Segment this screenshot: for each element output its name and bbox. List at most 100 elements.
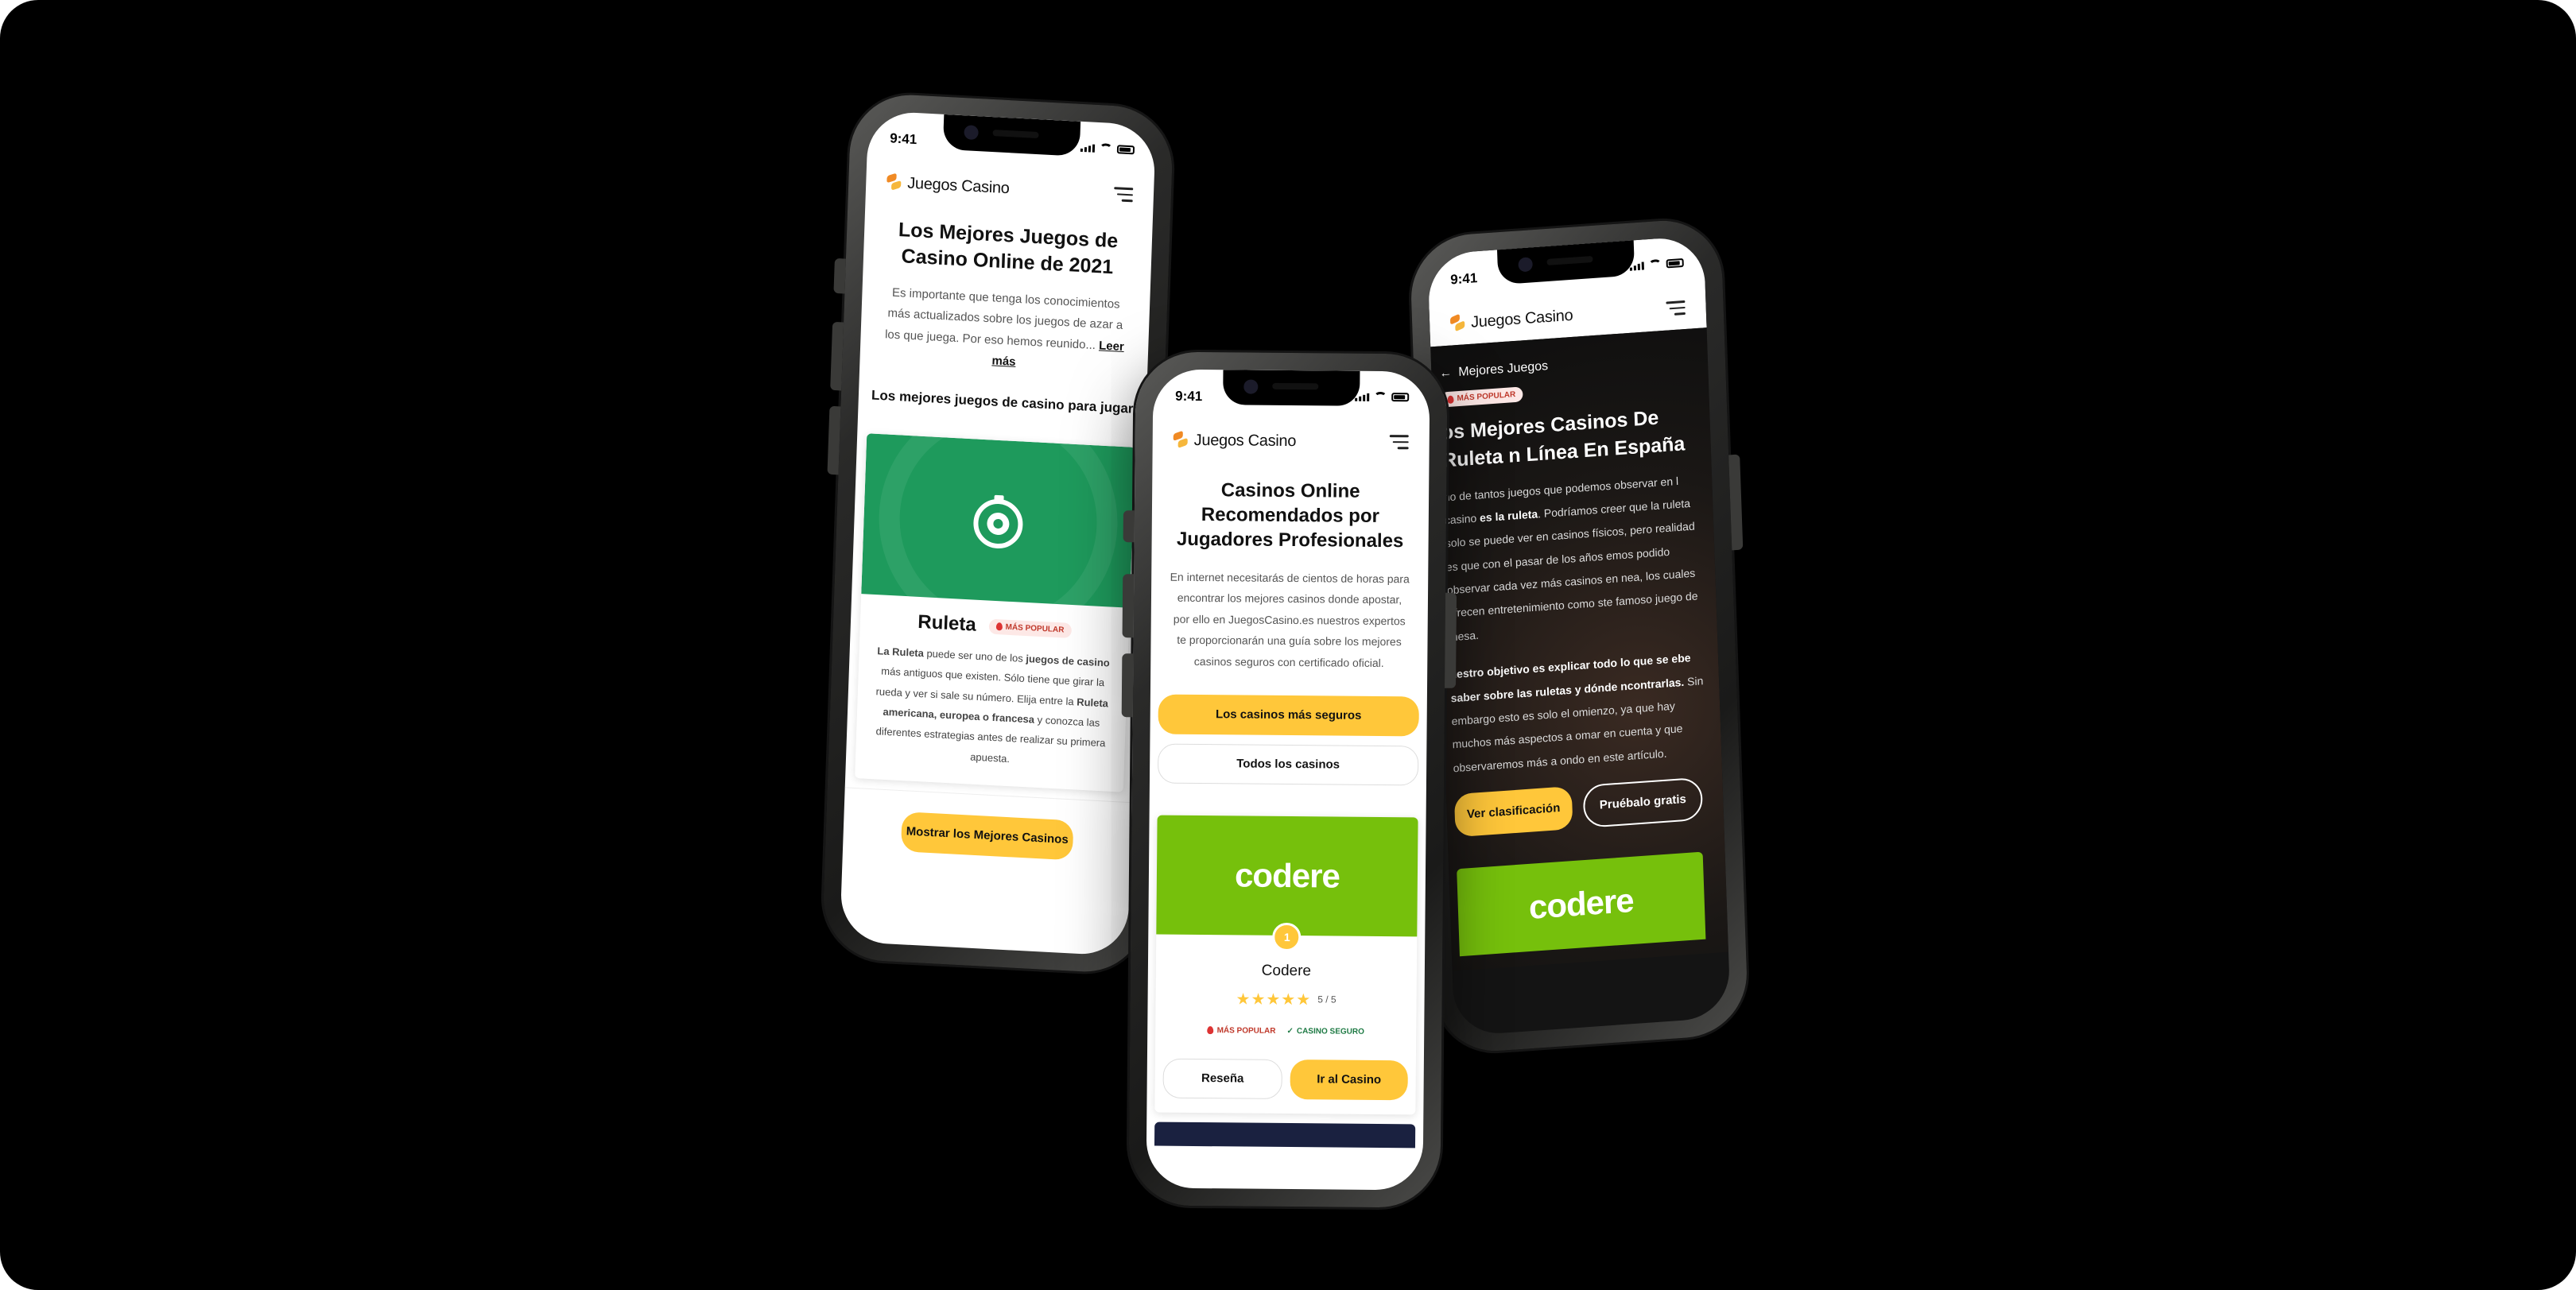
game-card-ruleta[interactable]: Ruleta MÁS POPULAR La Ruleta puede ser u… (855, 433, 1135, 792)
popular-badge-label: MÁS POPULAR (1005, 622, 1065, 635)
juegos-casino-logo-icon (886, 172, 903, 192)
p1-strong: es la ruleta (1479, 507, 1538, 525)
screen-right: 9:41 Juegos Casino ← Mejores Juegos MÁS … (1427, 235, 1731, 1036)
intro-text: Es importante que tenga los conocimiento… (859, 281, 1150, 380)
status-time: 9:41 (1449, 270, 1478, 288)
volume-down-button (1121, 653, 1134, 718)
power-button (1445, 592, 1457, 688)
status-icons (1629, 258, 1684, 271)
screen-left: 9:41 Juegos Casino Los Mejores Juegos de… (839, 110, 1157, 957)
notch (942, 114, 1081, 157)
review-button[interactable]: Reseña (1162, 1058, 1282, 1099)
signal-icon (1080, 144, 1096, 153)
back-link-label: Mejores Juegos (1458, 359, 1549, 379)
juegos-casino-logo-icon (1449, 313, 1467, 333)
menu-icon[interactable] (1114, 187, 1134, 203)
all-casinos-button[interactable]: Todos los casinos (1157, 743, 1419, 785)
game-card-image (861, 433, 1135, 608)
notch (1223, 370, 1360, 406)
phone-right: 9:41 Juegos Casino ← Mejores Juegos MÁS … (1403, 216, 1749, 1056)
casino-card-codere[interactable]: codere 1 Codere ★★★★★ 5 / 5 MÁS POPULAR … (1154, 815, 1418, 1114)
menu-icon[interactable] (1389, 435, 1409, 450)
game-name: Ruleta (917, 610, 977, 636)
codere-logo-text: codere (1234, 855, 1340, 895)
page-title: Los Mejores Juegos de Casino Online de 2… (898, 219, 1119, 278)
desc-text-4: más antiguos que existen. Sólo tiene que… (875, 664, 1105, 708)
battery-icon (1116, 145, 1135, 155)
speaker-icon (1272, 382, 1319, 390)
wifi-icon (1648, 258, 1662, 270)
popular-badge: MÁS POPULAR (1207, 1025, 1276, 1036)
intro-paragraph: En internet necesitarás de cientos de ho… (1170, 570, 1410, 669)
codere-logo[interactable]: codere (1457, 851, 1706, 957)
volume-up-button (1122, 574, 1135, 638)
volume-up-button (830, 321, 844, 391)
check-icon: ✓ (1286, 1026, 1294, 1036)
flame-icon (995, 622, 1003, 631)
brand-name: Juegos Casino (906, 174, 1010, 197)
view-ranking-button[interactable]: Ver clasificación (1453, 786, 1573, 838)
try-free-button[interactable]: Pruébalo gratis (1582, 777, 1704, 829)
camera-icon (1243, 379, 1259, 394)
app-header: Juegos Casino (1152, 418, 1429, 463)
codere-logo: codere 1 (1156, 815, 1418, 951)
popular-badge: MÁS POPULAR (1440, 386, 1523, 408)
wifi-icon (1099, 143, 1113, 153)
background-canvas: 9:41 Juegos Casino Los Mejores Juegos de… (0, 0, 2576, 1290)
brand-logo[interactable]: Juegos Casino (1449, 306, 1573, 334)
arrow-left-icon: ← (1439, 366, 1453, 381)
flame-icon (1207, 1026, 1214, 1035)
safe-casino-label: CASINO SEGURO (1296, 1026, 1364, 1036)
speaker-icon (1546, 255, 1593, 265)
roulette-icon (968, 490, 1027, 551)
status-icons (1080, 142, 1135, 155)
menu-icon[interactable] (1666, 300, 1686, 316)
hero-paragraph-2: uestro objetivo es explicar todo lo que … (1449, 645, 1709, 780)
hero-section: ← Mejores Juegos MÁS POPULAR os Mejores … (1430, 327, 1728, 971)
juegos-casino-logo-icon (1173, 430, 1189, 450)
screen-middle: 9:41 Juegos Casino Casinos Online Recome… (1146, 369, 1430, 1191)
phone-middle: 9:41 Juegos Casino Casinos Online Recome… (1121, 351, 1457, 1208)
popular-badge-label: MÁS POPULAR (1216, 1025, 1276, 1036)
popular-badge: MÁS POPULAR (988, 618, 1072, 638)
flame-icon (1447, 394, 1454, 404)
wifi-icon (1374, 391, 1387, 402)
battery-icon (1666, 258, 1684, 269)
brand-name: Juegos Casino (1470, 306, 1573, 331)
status-icons (1355, 391, 1410, 402)
phone-left: 9:41 Juegos Casino Los Mejores Juegos de… (821, 91, 1177, 975)
game-description: La Ruleta puede ser uno de los juegos de… (855, 630, 1128, 775)
brand-logo[interactable]: Juegos Casino (886, 172, 1010, 198)
safest-casinos-button[interactable]: Los casinos más seguros (1158, 694, 1419, 736)
star-rating-icon: ★★★★★ (1236, 990, 1312, 1009)
casino-name: Codere (1261, 962, 1312, 979)
desc-text-2: puede ser uno de los (923, 647, 1026, 665)
popular-badge-label: MÁS POPULAR (1457, 390, 1516, 404)
volume-down-button (827, 405, 841, 475)
speaker-icon (992, 130, 1039, 139)
mute-switch (1123, 510, 1135, 543)
desc-strong-3: juegos de casino (1026, 653, 1110, 669)
hero-title: os Mejores Casinos De Ruleta n Línea En … (1441, 406, 1686, 472)
go-to-casino-button[interactable]: Ir al Casino (1290, 1059, 1408, 1100)
desc-strong-1: La Ruleta (877, 645, 925, 660)
brand-name: Juegos Casino (1193, 431, 1297, 450)
status-time: 9:41 (889, 130, 918, 148)
safe-casino-badge: ✓ CASINO SEGURO (1286, 1027, 1364, 1036)
rating-value: 5 / 5 (1317, 994, 1336, 1005)
rank-badge: 1 (1272, 922, 1302, 951)
camera-icon (1518, 257, 1533, 273)
page-title: Casinos Online Recomendados por Jugadore… (1176, 479, 1404, 552)
brand-logo[interactable]: Juegos Casino (1173, 430, 1297, 451)
signal-icon (1355, 393, 1370, 401)
camera-icon (964, 125, 979, 141)
show-best-casinos-button[interactable]: Mostrar los Mejores Casinos (900, 812, 1074, 861)
intro-paragraph: Es importante que tenga los conocimiento… (884, 285, 1123, 352)
status-time: 9:41 (1175, 388, 1203, 405)
next-casino-card[interactable] (1154, 1121, 1416, 1148)
section-title: Los mejores juegos de casino para jugar (871, 387, 1134, 416)
mute-switch (833, 258, 846, 294)
p2-strong: uestro objetivo es explicar todo lo que … (1449, 651, 1691, 705)
hero-paragraph-1: no de tantos juegos que podemos observar… (1443, 468, 1705, 649)
battery-icon (1391, 393, 1410, 402)
